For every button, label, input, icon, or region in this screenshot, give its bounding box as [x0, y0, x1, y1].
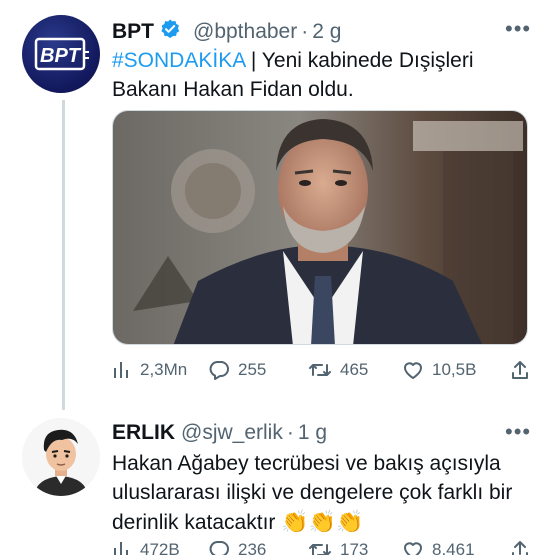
tweet-header: ERLIK @sjw_erlik · 1 g	[112, 421, 327, 445]
tweet-header: BPT @bpthaber · 2 g	[112, 18, 341, 46]
share-icon	[512, 361, 528, 379]
tweet-age[interactable]: 1 g	[298, 421, 327, 445]
analytics-icon	[114, 362, 128, 378]
cartoon-avatar-image	[22, 418, 100, 496]
hashtag-link[interactable]: #SONDAKİKA	[112, 49, 245, 72]
reply-button[interactable]: 255	[208, 359, 266, 381]
reply-icon	[209, 541, 229, 555]
share-button[interactable]	[510, 359, 538, 381]
avatar-bpt[interactable]: BPT	[22, 15, 100, 93]
reply-count: 255	[238, 360, 267, 379]
share-icon	[512, 541, 528, 555]
retweet-count: 465	[340, 360, 369, 379]
tweet-text: #SONDAKİKA | Yeni kabinede Dışişleri Bak…	[112, 46, 532, 104]
retweet-button[interactable]: 465	[308, 359, 368, 381]
author-handle[interactable]: @bpthaber	[193, 20, 297, 44]
thread-connector-line	[62, 100, 65, 410]
retweet-icon	[309, 544, 331, 555]
like-button[interactable]: 8.461	[402, 539, 475, 555]
bpt-logo-text: BPT	[40, 45, 82, 67]
separator-dot: ·	[286, 421, 294, 444]
like-count: 10,5B	[432, 360, 477, 379]
reply-icon	[209, 361, 229, 380]
author-name[interactable]: BPT	[112, 20, 154, 44]
views-button[interactable]: 2,3Mn	[112, 360, 187, 380]
like-button[interactable]: 10,5B	[402, 359, 476, 381]
views-count: 472B	[140, 540, 180, 555]
reply-button[interactable]: 236	[208, 539, 266, 555]
share-button[interactable]	[510, 539, 538, 555]
tweet-text: Hakan Ağabey tecrübesi ve bakış açısıyla…	[112, 449, 532, 537]
more-options-icon[interactable]: •••	[505, 421, 531, 443]
verified-badge-icon	[159, 18, 181, 46]
tweet-action-bar: 2,3Mn 255 465 10,5B	[112, 358, 532, 382]
heart-icon	[404, 362, 422, 379]
analytics-icon	[114, 542, 128, 555]
author-name[interactable]: ERLIK	[112, 421, 175, 445]
views-button[interactable]: 472B	[112, 540, 180, 555]
tweet-media-photo[interactable]	[112, 110, 528, 345]
bpt-logo: BPT	[34, 37, 89, 71]
tweet-action-bar: 472B 236 173 8.461	[112, 538, 532, 555]
author-handle[interactable]: @sjw_erlik	[181, 421, 283, 445]
like-count: 8.461	[432, 540, 475, 555]
heart-icon	[404, 542, 422, 555]
separator-dot: ·	[301, 20, 309, 43]
reply-count: 236	[238, 540, 267, 555]
retweet-icon	[309, 364, 331, 376]
retweet-count: 173	[340, 540, 369, 555]
tweet-age[interactable]: 2 g	[312, 20, 341, 44]
clapping-hands-emoji: 👏👏👏	[281, 509, 364, 534]
views-count: 2,3Mn	[140, 360, 188, 379]
more-options-icon[interactable]: •••	[505, 18, 531, 40]
portrait-photo	[113, 111, 527, 344]
avatar-erlik[interactable]	[22, 418, 100, 496]
retweet-button[interactable]: 173	[308, 539, 368, 555]
